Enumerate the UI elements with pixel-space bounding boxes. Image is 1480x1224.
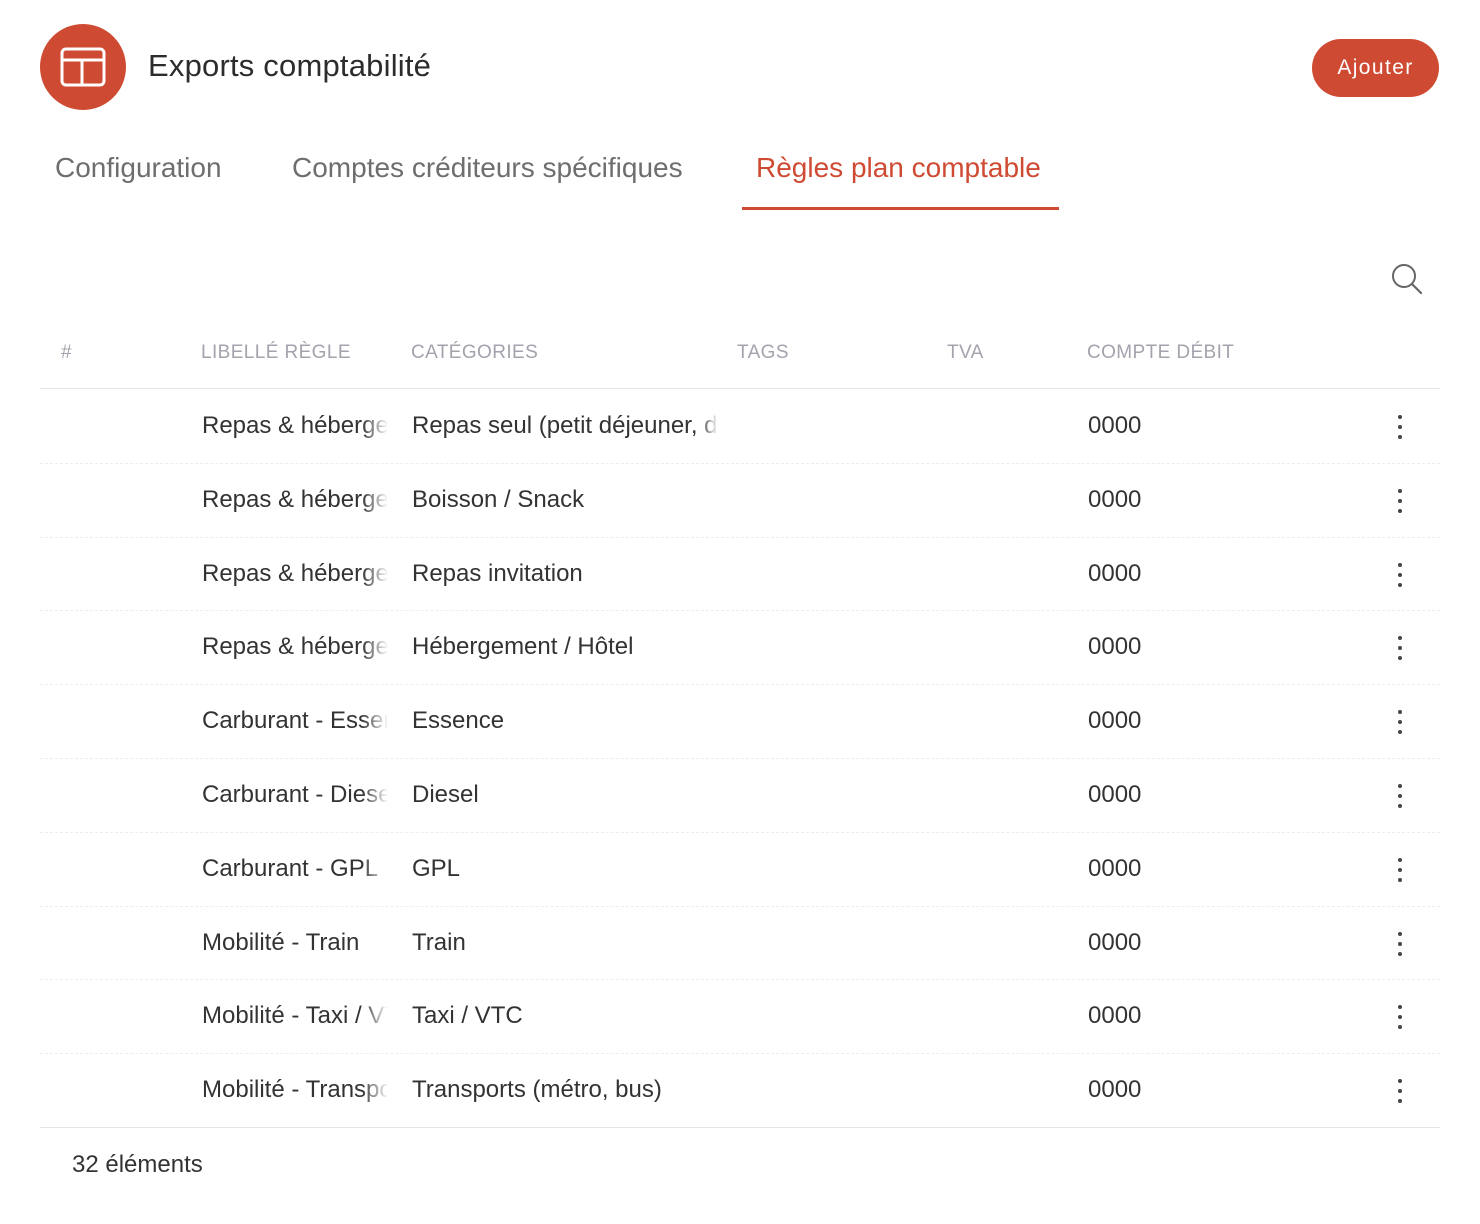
category-cell: Taxi / VTC bbox=[412, 1002, 523, 1030]
column-header-vat[interactable]: TVA bbox=[947, 342, 984, 364]
row-menu-icon[interactable] bbox=[1387, 929, 1413, 959]
column-header-categories[interactable]: CATÉGORIES bbox=[411, 342, 538, 364]
add-button[interactable]: Ajouter bbox=[1312, 39, 1439, 97]
table-row[interactable]: Carburant - Diesel Diesel 0000 bbox=[40, 759, 1440, 833]
rule-label-cell: Carburant - GPL bbox=[202, 854, 379, 882]
search-button[interactable] bbox=[1390, 262, 1424, 296]
tab-comptes-crediteurs[interactable]: Comptes créditeurs spécifiques bbox=[292, 152, 683, 184]
app-logo bbox=[40, 24, 126, 110]
rule-label-cell: Repas & hébergement bbox=[202, 412, 388, 439]
table-row[interactable]: Carburant - GPL GPL 0000 bbox=[40, 833, 1440, 907]
table-header: # LIBELLÉ RÈGLE CATÉGORIES TAGS TVA COMP… bbox=[40, 325, 1440, 389]
rule-label-cell: Mobilité - Train bbox=[202, 928, 360, 956]
page-title: Exports comptabilité bbox=[148, 48, 432, 83]
search-icon bbox=[1392, 264, 1423, 295]
rule-label-cell: Carburant - Essence bbox=[202, 707, 388, 735]
tab-regles-plan-comptable[interactable]: Règles plan comptable bbox=[756, 152, 1041, 184]
table-row[interactable]: Repas & hébergement Repas invitation 000… bbox=[40, 538, 1440, 612]
row-menu-icon[interactable] bbox=[1387, 1002, 1413, 1032]
row-menu-icon[interactable] bbox=[1387, 633, 1413, 663]
table-row[interactable]: Mobilité - Transports Transports (métro,… bbox=[40, 1054, 1440, 1128]
page-header: Exports comptabilité Ajouter bbox=[40, 24, 1440, 112]
table-row[interactable]: Mobilité - Train Train 0000 bbox=[40, 907, 1440, 981]
rule-label-cell: Carburant - Diesel bbox=[202, 780, 388, 808]
category-cell: Train bbox=[412, 928, 466, 956]
debit-account-cell: 0000 bbox=[1088, 412, 1142, 439]
category-cell: Transports (métro, bus) bbox=[412, 1076, 662, 1104]
rule-label-cell: Repas & hébergement bbox=[202, 485, 388, 513]
category-cell: GPL bbox=[412, 854, 461, 882]
column-header-label[interactable]: LIBELLÉ RÈGLE bbox=[201, 342, 351, 364]
debit-account-cell: 0000 bbox=[1088, 780, 1142, 808]
column-header-index[interactable]: # bbox=[61, 342, 72, 364]
debit-account-cell: 0000 bbox=[1088, 485, 1142, 513]
debit-account-cell: 0000 bbox=[1088, 1076, 1142, 1104]
table-body: Repas & hébergement Repas seul (petit dé… bbox=[40, 390, 1440, 1128]
category-cell: Hébergement / Hôtel bbox=[412, 633, 634, 661]
row-menu-icon[interactable] bbox=[1387, 486, 1413, 516]
rule-label-cell: Mobilité - Taxi / VTC bbox=[202, 1002, 388, 1030]
debit-account-cell: 0000 bbox=[1088, 1002, 1142, 1030]
debit-account-cell: 0000 bbox=[1088, 707, 1142, 735]
debit-account-cell: 0000 bbox=[1088, 854, 1142, 882]
category-cell: Essence bbox=[412, 707, 505, 735]
row-menu-icon[interactable] bbox=[1387, 560, 1413, 590]
category-cell: Boisson / Snack bbox=[412, 485, 585, 513]
item-count: 32 éléments bbox=[72, 1151, 203, 1178]
active-tab-indicator bbox=[742, 207, 1059, 210]
column-header-tags[interactable]: TAGS bbox=[737, 342, 789, 364]
table-row[interactable]: Repas & hébergement Boisson / Snack 0000 bbox=[40, 464, 1440, 538]
row-menu-icon[interactable] bbox=[1387, 412, 1413, 442]
column-header-debit-account[interactable]: COMPTE DÉBIT bbox=[1087, 342, 1234, 364]
table-row[interactable]: Repas & hébergement Repas seul (petit dé… bbox=[40, 390, 1440, 464]
rule-label-cell: Repas & hébergement bbox=[202, 633, 388, 661]
row-menu-icon[interactable] bbox=[1387, 1076, 1413, 1106]
debit-account-cell: 0000 bbox=[1088, 559, 1142, 587]
tab-configuration[interactable]: Configuration bbox=[55, 152, 222, 184]
tab-bar: Configuration Comptes créditeurs spécifi… bbox=[40, 140, 1440, 212]
category-cell: Repas seul (petit déjeuner, déjeuner) bbox=[412, 412, 718, 439]
table-row[interactable]: Mobilité - Taxi / VTC Taxi / VTC 0000 bbox=[40, 980, 1440, 1055]
category-cell: Diesel bbox=[412, 780, 479, 808]
rule-label-cell: Mobilité - Transports bbox=[202, 1076, 388, 1104]
row-menu-icon[interactable] bbox=[1387, 855, 1413, 885]
debit-account-cell: 0000 bbox=[1088, 928, 1142, 956]
table-row[interactable]: Repas & hébergement Hébergement / Hôtel … bbox=[40, 611, 1440, 686]
table-row[interactable]: Carburant - Essence Essence 0000 bbox=[40, 685, 1440, 759]
debit-account-cell: 0000 bbox=[1088, 633, 1142, 661]
rule-label-cell: Repas & hébergement bbox=[202, 559, 388, 587]
category-cell: Repas invitation bbox=[412, 559, 583, 587]
row-menu-icon[interactable] bbox=[1387, 707, 1413, 737]
layout-icon bbox=[60, 47, 106, 87]
row-menu-icon[interactable] bbox=[1387, 781, 1413, 811]
